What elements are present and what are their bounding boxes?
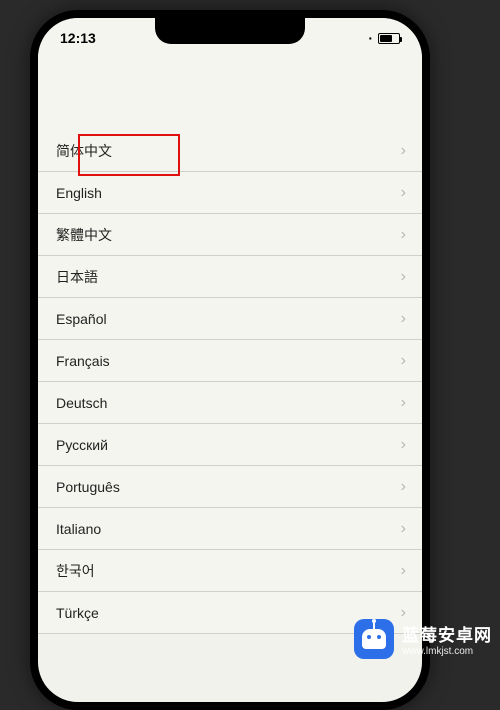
language-row-traditional-chinese[interactable]: 繁體中文 › bbox=[38, 214, 422, 256]
language-label: Español bbox=[56, 311, 107, 327]
chevron-right-icon: › bbox=[401, 562, 406, 580]
watermark-title: 蓝莓安卓网 bbox=[402, 621, 492, 646]
chevron-right-icon: › bbox=[401, 268, 406, 286]
language-row-korean[interactable]: 한국어 › bbox=[38, 550, 422, 592]
status-right: · bbox=[368, 30, 400, 46]
language-row-english[interactable]: English › bbox=[38, 172, 422, 214]
phone-frame: 12:13 · 简体中文 › English › 繁體中文 › bbox=[30, 10, 430, 710]
language-label: Português bbox=[56, 479, 120, 495]
language-label: 简体中文 bbox=[56, 141, 112, 161]
header-space bbox=[38, 58, 422, 130]
language-row-spanish[interactable]: Español › bbox=[38, 298, 422, 340]
language-row-simplified-chinese[interactable]: 简体中文 › bbox=[38, 130, 422, 172]
language-label: 繁體中文 bbox=[56, 225, 112, 245]
notch bbox=[155, 18, 305, 44]
chevron-right-icon: › bbox=[401, 478, 406, 496]
battery-icon bbox=[378, 33, 400, 44]
language-label: Français bbox=[56, 353, 110, 369]
chevron-right-icon: › bbox=[401, 394, 406, 412]
watermark-text: 蓝莓安卓网 www.lmkjst.com bbox=[402, 621, 492, 657]
battery-fill bbox=[380, 35, 392, 42]
watermark-robot-icon bbox=[354, 619, 394, 659]
chevron-right-icon: › bbox=[401, 226, 406, 244]
language-row-japanese[interactable]: 日本語 › bbox=[38, 256, 422, 298]
language-label: Italiano bbox=[56, 521, 101, 537]
language-label: 日本語 bbox=[56, 267, 98, 287]
chevron-right-icon: › bbox=[401, 436, 406, 454]
language-label: Русский bbox=[56, 437, 108, 453]
chevron-right-icon: › bbox=[401, 310, 406, 328]
language-row-italian[interactable]: Italiano › bbox=[38, 508, 422, 550]
language-row-russian[interactable]: Русский › bbox=[38, 424, 422, 466]
status-time: 12:13 bbox=[60, 30, 96, 46]
language-list: 简体中文 › English › 繁體中文 › 日本語 › Español › … bbox=[38, 130, 422, 634]
chevron-right-icon: › bbox=[401, 184, 406, 202]
language-label: 한국어 bbox=[56, 561, 95, 581]
chevron-right-icon: › bbox=[401, 520, 406, 538]
language-row-german[interactable]: Deutsch › bbox=[38, 382, 422, 424]
language-row-portuguese[interactable]: Português › bbox=[38, 466, 422, 508]
language-row-french[interactable]: Français › bbox=[38, 340, 422, 382]
language-label: Deutsch bbox=[56, 395, 107, 411]
chevron-right-icon: › bbox=[401, 352, 406, 370]
language-label: Türkçe bbox=[56, 605, 99, 621]
watermark-url: www.lmkjst.com bbox=[402, 646, 492, 657]
phone-screen: 12:13 · 简体中文 › English › 繁體中文 › bbox=[38, 18, 422, 702]
watermark: 蓝莓安卓网 www.lmkjst.com bbox=[354, 619, 492, 659]
language-label: English bbox=[56, 185, 102, 201]
cellular-icon: · bbox=[368, 30, 373, 46]
chevron-right-icon: › bbox=[401, 142, 406, 160]
